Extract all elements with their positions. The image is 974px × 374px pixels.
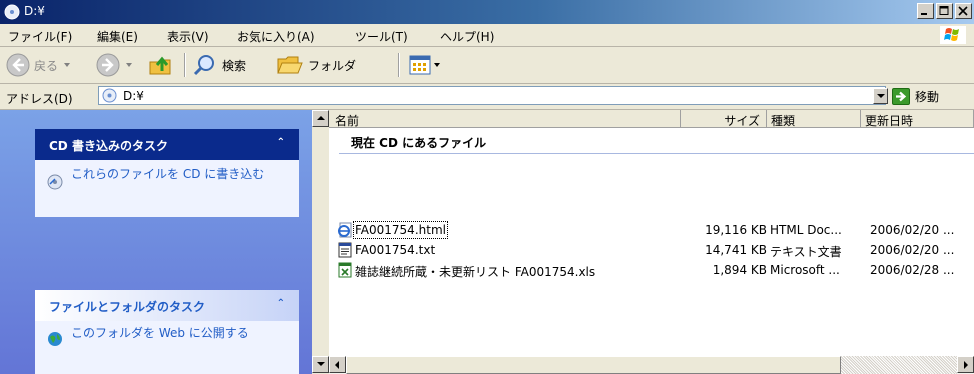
file-row[interactable]: FA001754.html 19,116 KB HTML Doc... 2006… (329, 220, 974, 240)
explorer-window: D:¥ ファイル(F) 編集(E) 表示(V) お気に入り(A) ツール(T) … (0, 0, 974, 374)
excel-file-icon (338, 262, 352, 278)
views-dropdown-icon[interactable] (434, 63, 440, 67)
forward-button[interactable] (96, 51, 132, 79)
task-pane: CD 書き込みのタスク ⌃ これらのファイルを CD に書き込む ファイルとフォ… (0, 110, 312, 374)
maximize-button[interactable] (936, 3, 953, 19)
cd-drive-icon (102, 88, 117, 103)
file-tasks-header[interactable]: ファイルとフォルダのタスク ⌃ (35, 290, 299, 321)
web-publish-icon (48, 332, 62, 346)
collapse-chevron-icon[interactable]: ⌃ (277, 298, 285, 309)
file-date: 2006/02/28 ... (870, 263, 955, 277)
group-title: 現在 CD にあるファイル (351, 136, 487, 150)
menu-favorites[interactable]: お気に入り(A) (237, 28, 315, 45)
scrollbar-track[interactable] (841, 356, 957, 374)
menu-bar: ファイル(F) 編集(E) 表示(V) お気に入り(A) ツール(T) ヘルプ(… (0, 24, 974, 47)
collapse-chevron-icon[interactable]: ⌃ (277, 137, 285, 148)
go-button[interactable]: 移動 (892, 88, 939, 105)
go-arrow-icon (892, 88, 910, 105)
cd-drive-icon (4, 4, 20, 20)
cd-write-icon (47, 174, 63, 190)
file-list-hscrollbar[interactable] (329, 356, 974, 374)
file-row[interactable]: 雑誌継続所蔵・未更新リスト FA001754.xls 1,894 KB Micr… (329, 260, 974, 280)
left-arrow-icon (335, 361, 339, 369)
scroll-left-button[interactable] (329, 356, 346, 373)
address-value: D:¥ (123, 89, 144, 103)
task-pane-scrollbar[interactable] (312, 110, 329, 374)
html-file-icon (338, 222, 352, 238)
file-type: Microsoft ... (770, 263, 840, 277)
column-header-type[interactable]: 種類 (767, 110, 861, 128)
scroll-down-button[interactable] (312, 356, 329, 373)
file-type: テキスト文書 (770, 245, 842, 259)
column-header-date[interactable]: 更新日時 (861, 110, 974, 128)
toolbar-separator (184, 53, 186, 77)
scroll-right-button[interactable] (957, 356, 974, 373)
column-header-size[interactable]: サイズ (681, 110, 767, 128)
up-folder-button[interactable] (148, 51, 174, 79)
column-header-name[interactable]: 名前 (329, 110, 681, 128)
search-button[interactable]: 検索 (192, 51, 246, 79)
cd-tasks-title: CD 書き込みのタスク (49, 139, 168, 153)
file-name[interactable]: FA001754.html (353, 221, 448, 239)
views-button[interactable] (408, 51, 440, 79)
menu-view[interactable]: 表示(V) (167, 28, 209, 45)
file-type: HTML Doc... (770, 223, 842, 237)
down-arrow-icon (317, 362, 325, 366)
search-icon (193, 55, 214, 76)
file-name[interactable]: 雑誌継続所蔵・未更新リスト FA001754.xls (355, 263, 595, 280)
folders-label: フォルダ (308, 58, 357, 73)
file-tasks-title: ファイルとフォルダのタスク (49, 300, 206, 314)
forward-dropdown-icon[interactable] (126, 63, 132, 67)
file-tasks-body: このフォルダを Web に公開する (35, 321, 299, 374)
toolbar: 戻る 検索 フォルダ (0, 47, 974, 84)
menu-help[interactable]: ヘルプ(H) (440, 28, 494, 45)
cd-tasks-header[interactable]: CD 書き込みのタスク ⌃ (35, 129, 299, 160)
file-size: 1,894 KB (712, 263, 767, 277)
cd-tasks-body: これらのファイルを CD に書き込む (35, 160, 299, 217)
forward-arrow-icon (96, 53, 120, 77)
windows-logo-icon (940, 26, 966, 44)
views-icon (409, 55, 431, 75)
close-icon (958, 6, 968, 16)
menu-edit[interactable]: 編集(E) (97, 28, 138, 45)
go-label: 移動 (915, 90, 940, 104)
address-dropdown-button[interactable] (873, 88, 888, 104)
cd-write-task-link[interactable]: これらのファイルを CD に書き込む (71, 168, 281, 181)
group-divider (339, 153, 974, 154)
file-date: 2006/02/20 ... (870, 223, 955, 237)
publish-web-task-link[interactable]: このフォルダを Web に公開する (71, 327, 281, 340)
back-button[interactable]: 戻る (6, 51, 71, 79)
file-list: 名前 サイズ 種類 更新日時 現在 CD にあるファイル FA001754.ht… (329, 110, 974, 374)
minimize-button[interactable] (917, 3, 934, 19)
back-dropdown-icon[interactable] (64, 63, 71, 67)
scrollbar-thumb[interactable] (346, 356, 841, 374)
menu-tools[interactable]: ツール(T) (355, 28, 408, 45)
address-input[interactable]: D:¥ (98, 86, 886, 105)
folders-button[interactable]: フォルダ (276, 51, 356, 79)
file-date: 2006/02/20 ... (870, 243, 955, 257)
right-arrow-icon (964, 361, 968, 369)
file-size: 14,741 KB (705, 243, 767, 257)
window-controls (917, 3, 972, 21)
back-label: 戻る (34, 58, 59, 73)
address-bar: アドレス(D) D:¥ 移動 (0, 84, 974, 110)
title-bar[interactable]: D:¥ (0, 0, 974, 24)
window-title: D:¥ (24, 4, 45, 18)
up-folder-icon (149, 56, 171, 75)
toolbar-separator (398, 53, 400, 77)
search-label: 検索 (222, 58, 247, 73)
folders-icon (277, 56, 303, 74)
text-file-icon (338, 242, 352, 258)
scroll-up-button[interactable] (312, 110, 329, 127)
address-label: アドレス(D) (6, 92, 73, 106)
minimize-icon (921, 13, 927, 15)
up-arrow-icon (317, 116, 325, 120)
file-name[interactable]: FA001754.txt (355, 243, 435, 257)
maximize-icon (939, 6, 949, 15)
file-size: 19,116 KB (705, 223, 767, 237)
file-row[interactable]: FA001754.txt 14,741 KB テキスト文書 2006/02/20… (329, 240, 974, 260)
back-arrow-icon (6, 53, 30, 77)
close-button[interactable] (955, 3, 972, 19)
menu-file[interactable]: ファイル(F) (8, 28, 72, 45)
